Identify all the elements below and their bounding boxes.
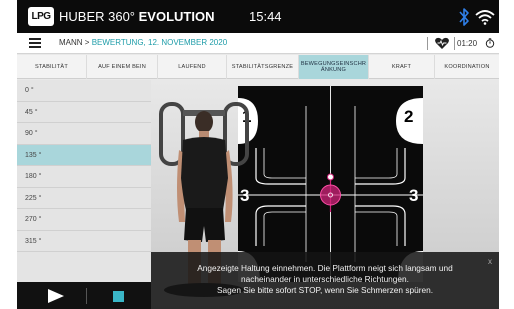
clock: 15:44 — [249, 9, 282, 24]
platform-label-3-right: 3 — [409, 186, 418, 205]
wifi-icon[interactable] — [475, 9, 495, 25]
play-icon[interactable] — [47, 288, 65, 304]
tab-laufend[interactable]: LAUFEND — [158, 55, 227, 79]
breadcrumb-bar: MANN > BEWERTUNG, 12. NOVEMBER 2020 01:2… — [17, 33, 499, 54]
angle-item-135[interactable]: 135 ° — [17, 144, 151, 166]
message-line: Angezeigte Haltung einnehmen. Die Plattf… — [197, 263, 453, 273]
divider — [86, 288, 87, 304]
instruction-message: x Angezeigte Haltung einnehmen. Die Plat… — [151, 252, 499, 309]
tab-label: AUF EINEM BEIN — [98, 64, 146, 70]
angle-item-270[interactable]: 270 ° — [17, 209, 151, 231]
breadcrumb: MANN > BEWERTUNG, 12. NOVEMBER 2020 — [59, 38, 227, 47]
tab-label: STABILITÄT — [35, 64, 68, 70]
lpg-logo: LPG — [28, 7, 54, 26]
tab-label: KRAFT — [391, 64, 412, 70]
playback-controls — [17, 282, 151, 309]
angle-item-45[interactable]: 45 ° — [17, 102, 151, 123]
breadcrumb-separator: > — [84, 38, 90, 47]
angle-item-315[interactable]: 315 ° — [17, 231, 151, 252]
timer-icon[interactable] — [485, 38, 495, 48]
tab-label-line2: ÄNKUNG — [320, 67, 347, 73]
product-name: EVOLUTION — [138, 9, 215, 24]
tab-koordination[interactable]: KOORDINATION — [435, 55, 499, 79]
message-line: Sagen Sie bitte sofort STOP, wenn Sie Sc… — [217, 285, 433, 295]
breadcrumb-patient[interactable]: MANN — [59, 38, 83, 47]
divider — [427, 37, 428, 50]
heart-icon[interactable] — [434, 37, 450, 50]
tab-kraft[interactable]: KRAFT — [369, 55, 435, 79]
platform-label-2: 2 — [404, 107, 413, 126]
product-title: HUBER 360° EVOLUTION — [59, 9, 214, 24]
tab-auf-einem-bein[interactable]: AUF EINEM BEIN — [87, 55, 158, 79]
angle-item-0[interactable]: 0 ° — [17, 80, 151, 102]
top-bar: LPG HUBER 360° EVOLUTION 15:44 — [17, 0, 499, 33]
close-icon[interactable]: x — [488, 256, 492, 267]
target-marker — [320, 184, 341, 206]
tab-label: KOORDINATION — [444, 64, 490, 70]
bluetooth-icon[interactable] — [457, 6, 471, 28]
menu-icon[interactable] — [29, 38, 41, 48]
tab-stabilitaetsgrenze[interactable]: STABILITÄTSGRENZE — [227, 55, 299, 79]
angle-item-225[interactable]: 225 ° — [17, 188, 151, 209]
test-tabs: STABILITÄT AUF EINEM BEIN LAUFEND STABIL… — [17, 55, 499, 79]
angle-item-180[interactable]: 180 ° — [17, 166, 151, 188]
breadcrumb-session[interactable]: BEWERTUNG, 12. NOVEMBER 2020 — [92, 38, 227, 47]
angle-item-90[interactable]: 90 ° — [17, 123, 151, 145]
angle-list: 0 ° 45 ° 90 ° 135 ° 180 ° 225 ° 270 ° 31… — [17, 80, 151, 282]
tab-label: LAUFEND — [178, 64, 206, 70]
stop-icon[interactable] — [113, 291, 124, 302]
tab-bewegungseinschraenkung[interactable]: BEWEGUNGSEINSCHR ÄNKUNG — [299, 55, 369, 79]
tab-label: STABILITÄTSGRENZE — [231, 64, 294, 70]
product-prefix: HUBER 360° — [59, 9, 136, 24]
session-timer: 01:20 — [457, 39, 478, 48]
app-window: LPG HUBER 360° EVOLUTION 15:44 MANN > BE… — [17, 0, 499, 309]
divider — [454, 37, 455, 50]
message-line: nacheinander in unterschiedliche Richtun… — [241, 274, 409, 284]
target-marker-dot — [327, 173, 334, 181]
tab-stabilitaet[interactable]: STABILITÄT — [17, 55, 87, 79]
